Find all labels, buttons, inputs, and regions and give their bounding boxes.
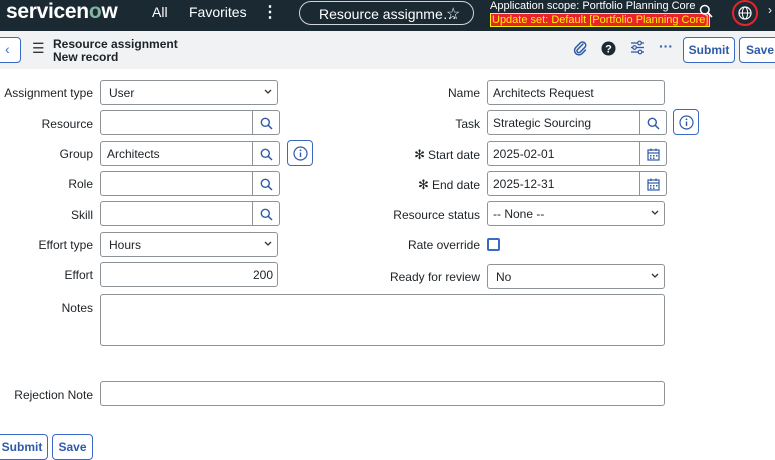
chevron-down-icon (263, 237, 273, 254)
context-menu-icon[interactable]: ☰ (32, 40, 45, 57)
ready-for-review-select[interactable]: No (487, 264, 665, 289)
role-label: Role (68, 177, 93, 191)
notes-label: Notes (61, 301, 93, 315)
form-subtitle: New record (53, 50, 119, 64)
end-date-input[interactable]: 2025-12-31 (487, 171, 640, 196)
search-icon (260, 117, 273, 130)
resource-status-value: -- None -- (493, 207, 545, 221)
ready-for-review-value: No (496, 270, 512, 284)
start-date-label: ✻ Start date (414, 147, 480, 162)
search-icon (260, 178, 273, 191)
end-date-value: 2025-12-31 (493, 177, 555, 191)
nav-more-icon[interactable]: ⋮ (262, 2, 278, 22)
more-options-icon[interactable]: ··· (659, 38, 673, 54)
chevron-right-icon[interactable]: › (768, 3, 772, 17)
resource-status-label: Resource status (393, 208, 480, 222)
rate-override-label: Rate override (407, 238, 480, 252)
name-label: Name (447, 86, 480, 100)
group-lookup-button[interactable] (253, 141, 280, 166)
nav-all-menu[interactable]: All (152, 4, 168, 20)
settings-sliders-icon[interactable] (630, 40, 645, 58)
chevron-left-icon: ‹ (5, 41, 10, 57)
role-lookup-button[interactable] (253, 171, 280, 196)
skill-input[interactable] (100, 201, 253, 226)
skill-lookup-button[interactable] (253, 201, 280, 226)
notes-textarea[interactable] (100, 294, 665, 346)
rejection-note-label: Rejection Note (14, 388, 93, 402)
application-scope-text: Application scope: Portfolio Planning Co… (490, 0, 696, 12)
start-date-value: 2025-02-01 (493, 147, 555, 161)
task-input[interactable]: Strategic Sourcing (487, 110, 640, 135)
required-indicator: ✻ (414, 147, 425, 162)
calendar-icon (647, 178, 660, 191)
ready-for-review-label: Ready for review (389, 270, 480, 284)
search-icon (647, 117, 660, 130)
start-date-input[interactable]: 2025-02-01 (487, 141, 640, 166)
servicenow-logo[interactable]: servicenow (6, 0, 118, 24)
rejection-note-input[interactable] (100, 381, 665, 406)
task-value: Strategic Sourcing (493, 116, 592, 130)
task-label: Task (455, 117, 480, 131)
effort-type-label: Effort type (38, 238, 93, 252)
effort-label: Effort (64, 268, 93, 282)
svg-text:?: ? (605, 44, 612, 56)
footer-submit-button[interactable]: Submit (0, 434, 48, 460)
submit-button[interactable]: Submit (683, 37, 735, 63)
resource-label: Resource (41, 117, 93, 131)
resource-input[interactable] (100, 110, 253, 135)
search-icon (260, 148, 273, 161)
footer-save-button[interactable]: Save (52, 434, 93, 460)
resource-status-select[interactable]: -- None -- (487, 201, 665, 226)
effort-type-select[interactable]: Hours (100, 232, 278, 257)
end-date-picker-button[interactable] (640, 171, 667, 196)
application-scope-info[interactable]: Application scope: Portfolio Planning Co… (490, 0, 711, 27)
effort-value: 200 (252, 268, 273, 282)
resource-lookup-button[interactable] (253, 110, 280, 135)
task-info-button[interactable] (673, 109, 699, 135)
info-icon (293, 146, 308, 161)
search-icon (260, 208, 273, 221)
attachment-icon[interactable] (573, 40, 587, 59)
update-set-text: Update set: Default [Portfolio Planning … (490, 13, 711, 27)
effort-input[interactable]: 200 (100, 262, 278, 287)
calendar-icon (647, 148, 660, 161)
group-input[interactable]: Architects (100, 141, 253, 166)
nav-favorites-menu[interactable]: Favorites (189, 4, 247, 20)
globe-icon[interactable] (732, 0, 758, 26)
context-pill[interactable]: Resource assignme… ☆ (299, 1, 474, 25)
name-input[interactable]: Architects Request (487, 80, 665, 105)
search-icon[interactable] (699, 4, 713, 21)
back-button[interactable]: ‹ (0, 37, 21, 63)
group-value: Architects (107, 147, 160, 161)
start-date-picker-button[interactable] (640, 141, 667, 166)
group-info-button[interactable] (287, 140, 313, 166)
rate-override-checkbox[interactable] (487, 238, 500, 251)
chevron-down-icon (263, 85, 273, 102)
assignment-type-select[interactable]: User (100, 80, 278, 105)
required-indicator: ✻ (418, 177, 429, 192)
assignment-type-value: User (109, 86, 135, 100)
assignment-type-label: Assignment type (4, 86, 93, 100)
role-input[interactable] (100, 171, 253, 196)
form-header: ‹ ☰ Resource assignment New record ? ···… (0, 31, 775, 69)
effort-type-value: Hours (109, 238, 142, 252)
end-date-label: ✻ End date (418, 177, 480, 192)
group-label: Group (59, 147, 93, 161)
star-icon[interactable]: ☆ (446, 4, 460, 24)
save-button[interactable]: Save (739, 37, 775, 63)
top-navigation-bar: servicenow All Favorites ⋮ Resource assi… (0, 0, 775, 31)
skill-label: Skill (70, 208, 93, 222)
context-pill-title: Resource assignme… (319, 6, 457, 22)
chevron-down-icon (650, 269, 660, 286)
form-title: Resource assignment (53, 37, 178, 51)
chevron-down-icon (650, 206, 660, 223)
task-lookup-button[interactable] (640, 110, 667, 135)
name-value: Architects Request (493, 86, 594, 100)
help-icon[interactable]: ? (601, 41, 616, 59)
info-icon (679, 115, 694, 130)
